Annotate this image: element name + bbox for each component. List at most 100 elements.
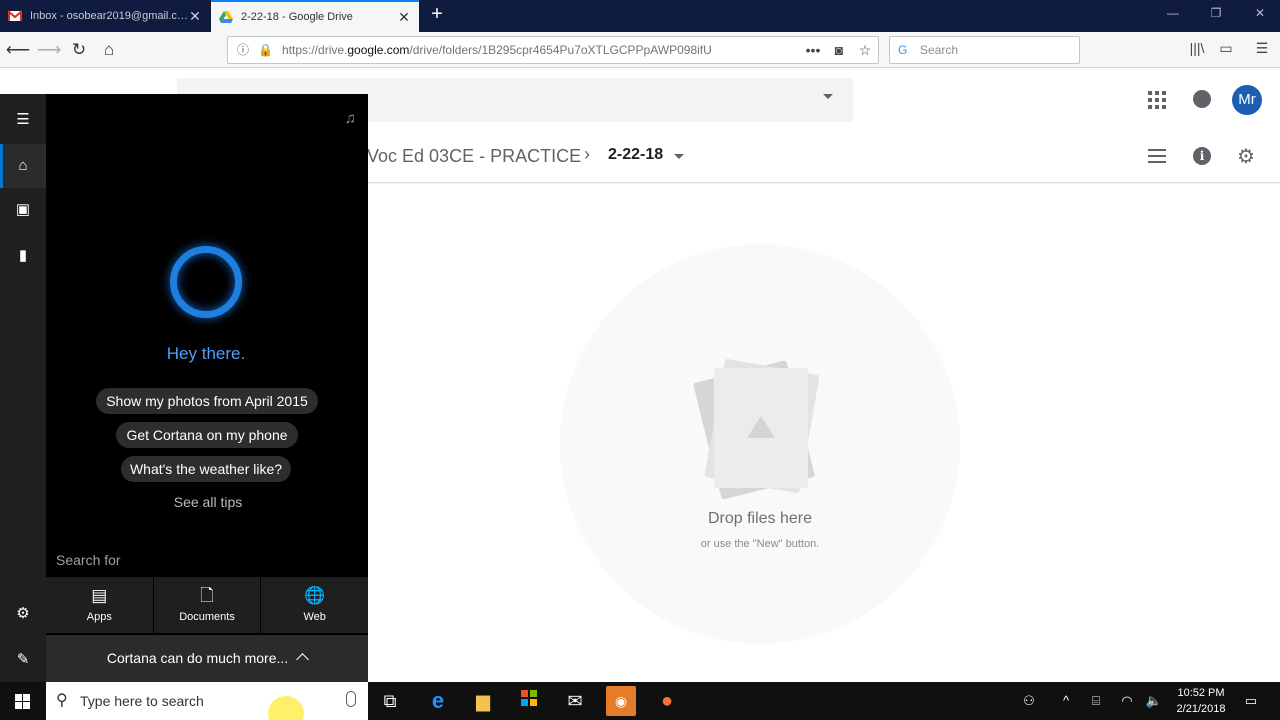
close-tab-icon[interactable]: ✕	[188, 8, 202, 25]
network-adapter-icon[interactable]: ⌸	[1085, 682, 1107, 720]
forward-button[interactable]: ⟶	[36, 38, 62, 62]
empty-folder-illustration	[692, 358, 820, 500]
clock-date: 2/21/2018	[1176, 703, 1226, 715]
account-avatar[interactable]: Mr	[1232, 85, 1262, 115]
gmail-icon	[7, 9, 23, 23]
show-hidden-icons-chevron-icon[interactable]: ^	[1055, 682, 1077, 720]
pocket-icon[interactable]: ◙	[826, 42, 852, 58]
action-center-icon[interactable]: ▭	[1240, 682, 1262, 720]
windows-taskbar: ⚲ ⧉ e ▆ ✉ ◉ ● ⚇ ^ ⌸ ◠ 🔈 10:52 PM 2/21/20…	[0, 682, 1280, 720]
back-button[interactable]: ⟵	[5, 38, 31, 62]
people-icon[interactable]: ⚇	[1018, 682, 1040, 720]
bookmark-star-icon[interactable]: ☆	[852, 42, 878, 59]
cortana-more-label: Cortana can do much more...	[106, 650, 289, 666]
details-info-icon[interactable]: i	[1193, 147, 1211, 165]
cortana-nav-rail: ☰ ⌂ ▣ ▮ ⚙ ✎	[0, 94, 46, 682]
settings-gear-icon[interactable]: ⚙	[0, 592, 46, 636]
close-tab-icon[interactable]: ✕	[397, 9, 411, 26]
url-domain: google.com	[347, 43, 410, 57]
tab-google-drive[interactable]: 2-22-18 - Google Drive ✕	[211, 0, 419, 32]
reload-button[interactable]: ↻	[66, 38, 92, 62]
browser-tab-strip: Inbox - osobear2019@gmail.com ✕ 2-22-18 …	[0, 0, 1280, 32]
home-icon[interactable]: ⌂	[0, 144, 46, 188]
restore-window-icon[interactable]: ❐	[1206, 6, 1226, 20]
notifications-bell-icon[interactable]	[1193, 90, 1211, 108]
globe-icon: 🌐	[304, 586, 326, 605]
scope-apps-button[interactable]: ▤ Apps	[46, 577, 153, 633]
microphone-icon[interactable]	[346, 691, 356, 707]
firefox-icon[interactable]: ●	[652, 686, 682, 716]
search-icon: ⚲	[56, 692, 68, 709]
cortana-panel: ♫ Hey there. Show my photos from April 2…	[46, 94, 370, 682]
wifi-icon[interactable]: ◠	[1116, 682, 1138, 720]
search-for-label: Search for	[56, 552, 121, 568]
search-engine-icon: G	[898, 43, 908, 57]
url-text[interactable]: https://drive.google.com/drive/folders/1…	[282, 43, 800, 57]
windows-logo-icon	[15, 694, 30, 709]
minimize-window-icon[interactable]: —	[1163, 6, 1183, 20]
new-tab-button[interactable]: +	[426, 4, 448, 26]
breadcrumb-current-folder[interactable]: 2-22-18	[608, 146, 663, 164]
page-actions-icon[interactable]: •••	[800, 42, 826, 58]
volume-icon[interactable]: 🔈	[1143, 682, 1165, 720]
task-view-icon[interactable]: ⧉	[375, 686, 405, 716]
mail-icon[interactable]: ✉	[560, 686, 590, 716]
folder-menu-caret-icon[interactable]	[674, 154, 684, 159]
chevron-up-icon	[296, 653, 310, 666]
edge-browser-icon[interactable]: e	[423, 686, 453, 716]
hamburger-menu-icon[interactable]: ☰	[0, 98, 46, 142]
start-button[interactable]	[0, 682, 46, 720]
tab-title: 2-22-18 - Google Drive	[241, 11, 353, 23]
document-icon: 🗋	[200, 586, 214, 605]
url-path: /drive/folders/1B295cpr4654Pu7oXTLGCPPpA…	[409, 43, 712, 57]
scope-label: Web	[303, 611, 326, 623]
file-explorer-icon[interactable]: ▆	[468, 686, 498, 716]
drop-files-title: Drop files here	[707, 510, 813, 527]
taskbar-clock[interactable]: 10:52 PM 2/21/2018	[1166, 685, 1236, 717]
scope-label: Documents	[179, 611, 235, 623]
feedback-icon[interactable]: ✎	[0, 638, 46, 682]
cortana-more-button[interactable]: Cortana can do much more...	[46, 635, 368, 682]
search-options-caret-icon[interactable]	[823, 94, 833, 99]
scope-label: Apps	[86, 611, 112, 623]
browser-search-box[interactable]: G Search	[889, 36, 1080, 64]
devices-icon[interactable]: ▮	[0, 234, 46, 278]
breadcrumb-parent-folder[interactable]: Voc Ed 03CE - PRACTICE	[367, 146, 581, 167]
cortana-ring-icon	[170, 246, 242, 318]
sidebar-icon[interactable]: ▭	[1215, 40, 1237, 60]
library-icon[interactable]: |||\	[1186, 40, 1208, 60]
menu-hamburger-icon[interactable]: ☰	[1251, 40, 1273, 60]
settings-gear-icon[interactable]: ⚙	[1237, 144, 1255, 169]
see-all-tips-link[interactable]: See all tips	[46, 494, 370, 510]
close-window-icon[interactable]: ✕	[1250, 6, 1270, 20]
search-placeholder: Search	[920, 43, 959, 57]
recorder-app-icon[interactable]: ◉	[606, 686, 636, 716]
address-bar[interactable]: ⓘ 🔒 https://drive.google.com/drive/folde…	[227, 36, 879, 64]
browser-nav-bar: ⟵ ⟶ ↻ ⌂ ⓘ 🔒 https://drive.google.com/dri…	[0, 32, 1280, 68]
lock-icon: 🔒	[258, 43, 273, 57]
music-recognition-icon[interactable]: ♫	[345, 110, 356, 127]
google-drive-icon	[219, 10, 233, 24]
cortana-greeting: Hey there.	[166, 344, 246, 363]
url-prefix: https://drive.	[282, 43, 348, 57]
tip-chip[interactable]: Get Cortana on my phone	[116, 422, 298, 448]
apps-window-icon: ▤	[91, 586, 108, 605]
breadcrumb-chevron-icon: ›	[584, 144, 590, 164]
scope-web-button[interactable]: 🌐 Web	[261, 577, 369, 633]
google-apps-icon[interactable]	[1148, 91, 1166, 109]
tip-chip[interactable]: Show my photos from April 2015	[96, 388, 318, 414]
store-icon[interactable]	[514, 686, 544, 716]
taskbar-search-box[interactable]: ⚲	[46, 682, 368, 720]
drop-files-subtitle: or use the "New" button.	[700, 538, 820, 550]
tab-title: Inbox - osobear2019@gmail.com	[30, 10, 188, 22]
tip-chip[interactable]: What's the weather like?	[121, 456, 291, 482]
clock-time: 10:52 PM	[1177, 687, 1225, 699]
drive-logo-icon	[747, 416, 775, 438]
notebook-icon[interactable]: ▣	[0, 188, 46, 232]
tab-gmail-inbox[interactable]: Inbox - osobear2019@gmail.com ✕	[0, 0, 210, 32]
home-button[interactable]: ⌂	[96, 38, 122, 62]
site-info-icon[interactable]: ⓘ	[234, 41, 252, 59]
search-scope-row: ▤ Apps 🗋 Documents 🌐 Web	[46, 577, 369, 633]
scope-documents-button[interactable]: 🗋 Documents	[153, 577, 261, 633]
list-view-icon[interactable]	[1148, 149, 1166, 163]
